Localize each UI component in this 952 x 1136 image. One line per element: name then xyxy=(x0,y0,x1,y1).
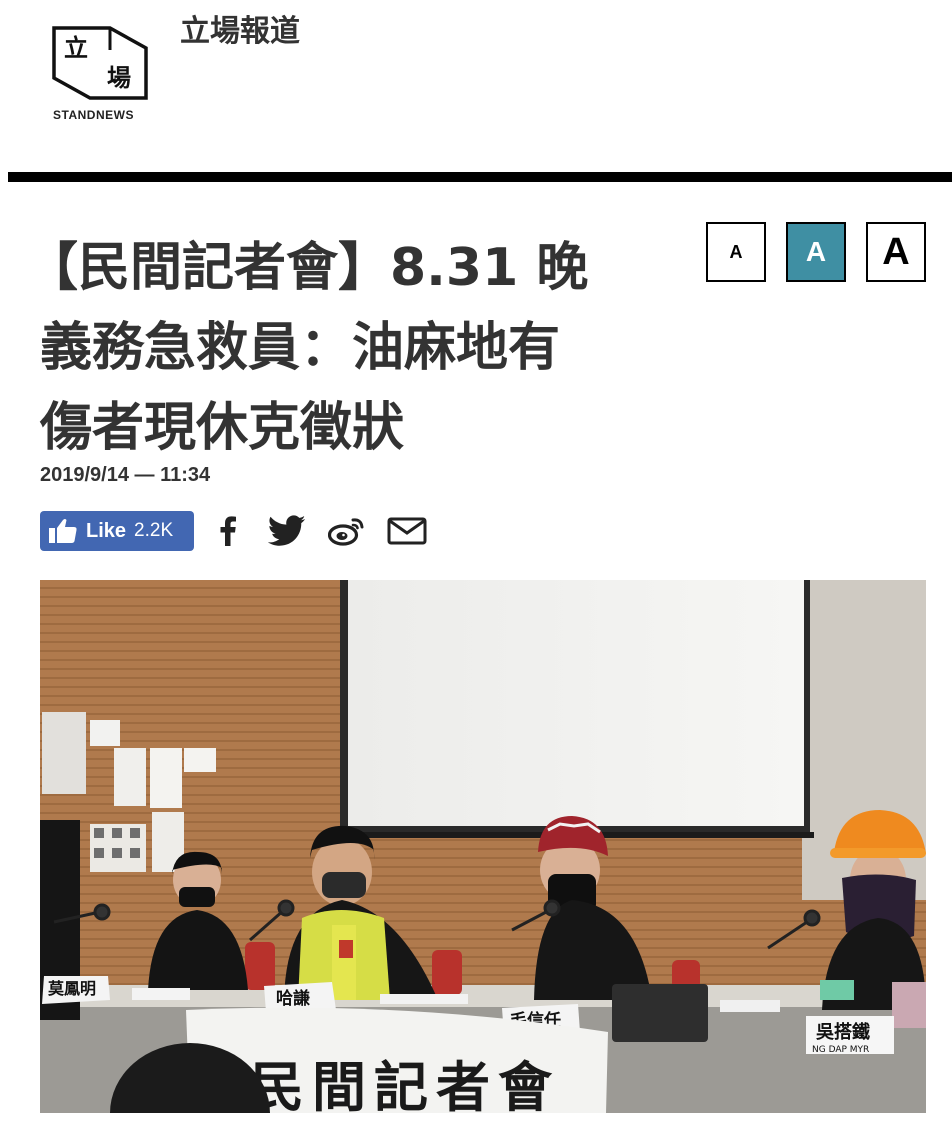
font-size-small-button[interactable]: A xyxy=(706,222,766,282)
article-title-line: 義務急救員：油麻地有 xyxy=(40,318,561,378)
facebook-like-button[interactable]: Like 2.2K xyxy=(40,511,194,551)
font-size-large-button[interactable]: A xyxy=(866,222,926,282)
name-card-2: 哈謙 xyxy=(276,988,310,1009)
logo-character-li: 立 xyxy=(64,34,88,62)
like-label: Like xyxy=(86,519,127,542)
site-logo[interactable]: 立 場 STANDNEWS xyxy=(52,22,152,122)
facebook-share-button[interactable] xyxy=(208,513,248,549)
article-title-line: 【民間記者會】8.31 晚 xyxy=(26,238,589,298)
name-card-4: 吳搭鐵 xyxy=(816,1021,870,1043)
article-title-line: 傷者現休克徵狀 xyxy=(40,398,405,458)
mail-icon xyxy=(387,517,427,545)
font-size-medium-button[interactable]: A xyxy=(786,222,846,282)
weibo-icon xyxy=(328,518,364,546)
logo-wordmark: STANDNEWS xyxy=(53,108,134,122)
twitter-share-button[interactable] xyxy=(267,513,307,549)
article-title: 【民間記者會】8.31 晚 義務急救員：油麻地有 傷者現休克徵狀 xyxy=(26,228,680,468)
banner-text: 民間記者會 xyxy=(250,1056,560,1113)
name-card-4-subtitle: NG DAP MYR xyxy=(812,1045,869,1055)
facebook-icon xyxy=(220,516,236,546)
logo-character-cheung: 場 xyxy=(107,64,131,92)
name-card-1: 莫鳳明 xyxy=(47,979,96,998)
like-count: 2.2K xyxy=(134,520,174,541)
twitter-icon xyxy=(268,515,306,546)
email-share-button[interactable] xyxy=(387,513,427,549)
article-dateline: 2019/9/14 — 11:34 xyxy=(40,464,211,486)
weibo-share-button[interactable] xyxy=(327,513,367,549)
header-divider xyxy=(8,172,952,182)
article-photo[interactable]: 莫鳳明 哈謙 毛信任 吳搭鐵 NG DAP MYR 民間記者會 xyxy=(40,580,926,1113)
thumbs-up-icon xyxy=(49,519,77,543)
press-conference-photo: 莫鳳明 哈謙 毛信任 吳搭鐵 NG DAP MYR 民間記者會 xyxy=(40,580,926,1113)
site-name[interactable]: 立場報道 xyxy=(180,14,300,50)
